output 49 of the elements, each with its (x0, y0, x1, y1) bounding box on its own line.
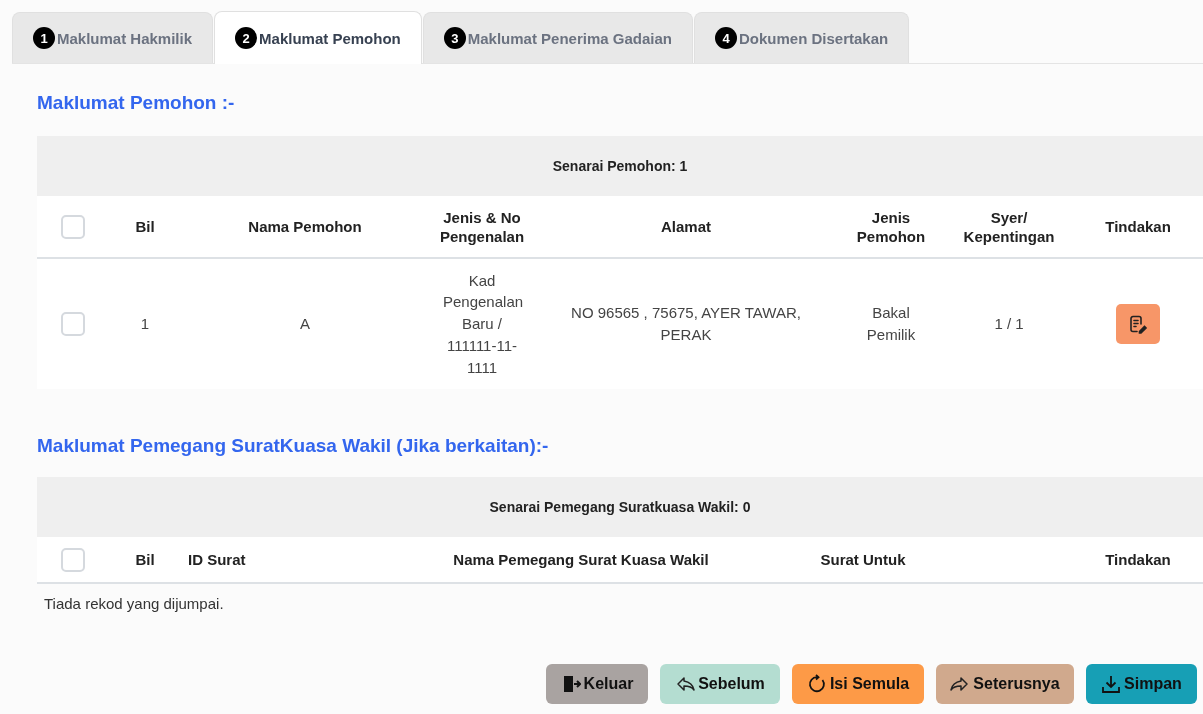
table-cell: NO 96565 , 75675, AYER TAWAR, PERAK (571, 304, 801, 343)
table-cell: A (300, 315, 310, 333)
step-number: 2 (235, 27, 258, 49)
column-header: Jenis Pemohon (856, 208, 926, 245)
table-caption: Senarai Pemohon: 1 (552, 158, 688, 174)
empty-message: Tiada rekod yang dijumpai. (44, 595, 225, 612)
button[interactable]: Keluar (546, 664, 648, 704)
column-header: Bil (135, 551, 155, 569)
table-cell: 1 (140, 315, 150, 333)
tab-label: Maklumat Pemohon (259, 29, 401, 47)
column-header: Tindakan (1105, 551, 1171, 569)
tab-label: Maklumat Hakmilik (57, 29, 193, 47)
column-header: ID Surat (188, 551, 246, 569)
forward-arrow-icon (950, 674, 971, 694)
checkbox[interactable] (61, 548, 85, 572)
edit-button[interactable] (1116, 304, 1161, 344)
column-header: Jenis & No Pengenalan (439, 208, 525, 245)
table-cell: Bakal Pemilik (866, 304, 916, 343)
column-header: Alamat (661, 218, 711, 236)
checkbox[interactable] (61, 312, 85, 336)
step-number: 4 (715, 27, 737, 49)
tab[interactable]: 3 Maklumat Penerima Gadaian (422, 12, 693, 63)
section-heading: Maklumat Pemegang SuratKuasa Wakil (Jika berkaitan):- (37, 435, 550, 457)
reply-arrow-icon (675, 674, 696, 694)
edit-document-icon (1128, 314, 1149, 334)
button[interactable]: Sebelum (660, 664, 780, 704)
step-number: 1 (33, 27, 55, 49)
tab[interactable]: 4 Dokumen Disertakan (694, 12, 910, 63)
button[interactable]: Isi Semula (792, 664, 924, 704)
tab[interactable]: 1 Maklumat Hakmilik (12, 12, 214, 63)
download-icon (1101, 674, 1122, 694)
table-cell: Kad Pengenalan Baru / 111111-11-1111 (443, 271, 524, 376)
table-caption: Senarai Pemegang Suratkuasa Wakil: 0 (489, 499, 751, 515)
table-cell: 1 / 1 (994, 315, 1024, 333)
tab[interactable]: 2 Maklumat Pemohon (214, 11, 422, 64)
checkbox[interactable] (61, 215, 85, 239)
column-header: Nama Pemohon (248, 218, 362, 236)
column-header: Bil (135, 218, 155, 236)
column-header: Surat Untuk (820, 551, 906, 569)
tab-label: Dokumen Disertakan (739, 29, 889, 47)
column-header: Nama Pemegang Surat Kuasa Wakil (453, 551, 709, 569)
refresh-icon (806, 674, 827, 694)
column-header: Syer/ Kepentingan (963, 208, 1055, 245)
step-number: 3 (443, 27, 466, 49)
tab-label: Maklumat Penerima Gadaian (467, 29, 672, 47)
section-heading: Maklumat Pemohon :- (37, 92, 236, 114)
column-header: Tindakan (1105, 218, 1171, 236)
button[interactable]: Simpan (1086, 664, 1197, 704)
button[interactable]: Seterusnya (936, 664, 1074, 704)
